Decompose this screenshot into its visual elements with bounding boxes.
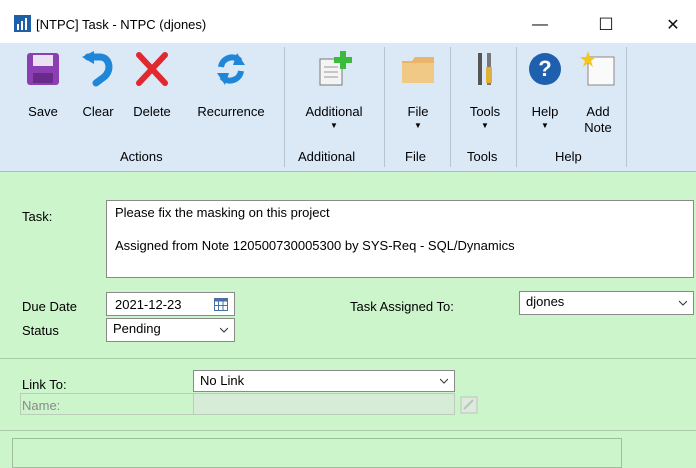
group-tools-label: Tools (467, 149, 498, 164)
maximize-button[interactable]: ☐ (583, 10, 629, 40)
chevron-down-icon (440, 378, 448, 384)
name-label-frame (20, 393, 194, 415)
folder-icon (402, 57, 434, 83)
chevron-down-icon: ▼ (414, 121, 422, 130)
chevron-down-icon (220, 327, 228, 333)
link-to-dropdown[interactable]: No Link (193, 370, 455, 392)
red-x-icon (136, 52, 168, 86)
svg-text:?: ? (538, 56, 551, 81)
file-label: File (407, 104, 429, 119)
document-plus-icon (319, 51, 352, 86)
refresh-arrows-icon (217, 53, 245, 85)
status-value: Pending (113, 321, 161, 336)
task-assigned-to-label: Task Assigned To: (350, 299, 454, 314)
due-date-label: Due Date (22, 299, 77, 314)
recurrence-button[interactable]: Recurrence (190, 51, 272, 119)
assigned-to-value: djones (526, 294, 565, 309)
chevron-down-icon: ▼ (330, 121, 338, 130)
save-button[interactable]: Save (22, 51, 64, 119)
help-label: Help (531, 104, 559, 119)
due-date-value: 2021-12-23 (115, 297, 182, 312)
add-note-button[interactable]: Add Note (572, 51, 624, 136)
tools-icon (478, 53, 492, 85)
name-field (193, 393, 455, 415)
add-note-label-line2: Note (584, 120, 612, 135)
clear-label: Clear (82, 104, 114, 119)
help-button[interactable]: ? Help ▼ (524, 51, 566, 130)
additional-label: Additional (305, 104, 363, 119)
note-star-icon (580, 51, 615, 86)
save-label: Save (28, 104, 58, 119)
minimize-button[interactable]: — (517, 10, 563, 40)
task-form: Task: Please fix the masking on this pro… (0, 172, 696, 468)
chevron-down-icon: ▼ (541, 121, 549, 130)
ribbon-separator (384, 47, 385, 167)
calendar-icon[interactable] (214, 298, 228, 311)
question-circle-icon: ? (529, 53, 561, 85)
task-text-line2: Assigned from Note 120500730005300 by SY… (115, 238, 515, 253)
task-label: Task: (22, 209, 53, 224)
file-button[interactable]: File ▼ (396, 51, 440, 130)
recurrence-label: Recurrence (197, 104, 265, 119)
assigned-to-dropdown[interactable]: djones (519, 291, 694, 315)
status-label: Status (22, 323, 59, 338)
group-file-label: File (405, 149, 426, 164)
delete-button[interactable]: Delete (128, 51, 176, 119)
close-button[interactable]: ✕ (650, 10, 696, 40)
ribbon-separator (450, 47, 451, 167)
window-title: [NTPC] Task - NTPC (djones) (36, 17, 207, 32)
title-bar: [NTPC] Task - NTPC (djones) — ☐ ✕ (0, 0, 696, 43)
status-bar (12, 438, 622, 468)
chevron-down-icon: ▼ (481, 121, 489, 130)
divider (0, 430, 696, 431)
divider (0, 358, 696, 359)
status-dropdown[interactable]: Pending (106, 318, 235, 342)
group-actions-label: Actions (120, 149, 163, 164)
ribbon-separator (284, 47, 285, 167)
ribbon: Save Clear Delete Recurrence Actions Add… (0, 43, 696, 172)
task-textarea[interactable]: Please fix the masking on this project A… (106, 200, 694, 278)
additional-button[interactable]: Additional ▼ (294, 51, 374, 130)
due-date-field[interactable]: 2021-12-23 (106, 292, 235, 316)
tools-button[interactable]: Tools ▼ (462, 51, 508, 130)
add-note-label-line1: Add (586, 104, 610, 119)
chevron-down-icon (679, 300, 687, 306)
link-to-value: No Link (200, 373, 245, 388)
app-icon (14, 15, 31, 32)
link-to-label: Link To: (22, 377, 67, 392)
clear-button[interactable]: Clear (78, 51, 118, 119)
lookup-icon (460, 396, 478, 414)
tools-label: Tools (469, 104, 501, 119)
group-help-label: Help (555, 149, 582, 164)
ribbon-separator (626, 47, 627, 167)
group-additional-label: Additional (298, 149, 356, 164)
ribbon-separator (516, 47, 517, 167)
task-text-line1: Please fix the masking on this project (115, 205, 330, 220)
delete-label: Delete (133, 104, 171, 119)
undo-arrow-icon (82, 51, 113, 87)
floppy-disk-icon (27, 53, 59, 85)
